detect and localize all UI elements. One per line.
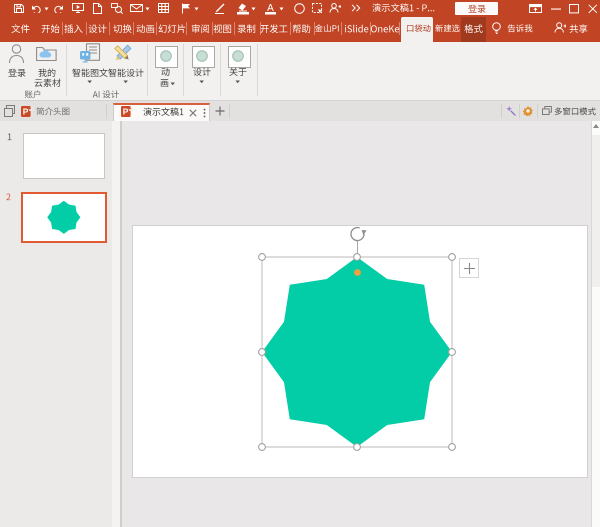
svg-text:A: A	[267, 3, 274, 12]
svg-text:P: P	[22, 106, 28, 116]
svg-text:P: P	[123, 107, 129, 117]
